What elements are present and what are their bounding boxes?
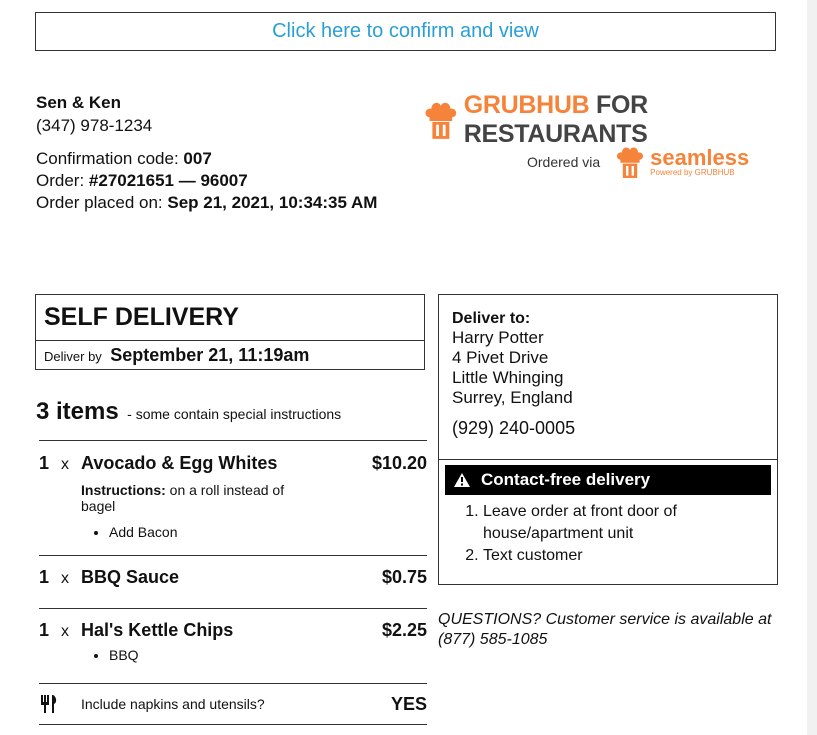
utensils-value: YES [390, 693, 427, 714]
order-item: 1 x Hal's Kettle Chips $2.25 BBQ [39, 608, 427, 683]
item-modifiers: Add Bacon [109, 524, 427, 540]
grubhub-chef-hat-icon [425, 102, 457, 139]
divider [439, 459, 777, 460]
item-name: Hal's Kettle Chips [81, 620, 234, 640]
item-times: x [61, 570, 69, 587]
seamless-logo: seamless Powered by GRUBHUB [614, 145, 749, 179]
customer-name: Harry Potter [452, 328, 544, 347]
confirmation-code-line: Confirmation code: 007 [36, 148, 396, 170]
order-item: 1 x BBQ Sauce $0.75 [39, 555, 427, 608]
items-count: 3 items [36, 398, 119, 425]
customer-phone: (929) 240-0005 [452, 418, 576, 438]
customer-service-note: QUESTIONS? Customer service is available… [438, 611, 772, 648]
delivery-type: SELF DELIVERY [36, 295, 424, 341]
item-times: x [61, 456, 69, 473]
contact-free-steps: Leave order at front door of house/apart… [463, 501, 753, 567]
order-info: Confirmation code: 007 Order: #27021651 … [36, 148, 396, 214]
item-qty: 1 [39, 453, 50, 473]
item-instructions: Instructions: on a roll instead of bagel [81, 482, 316, 514]
customer-address-line1: 4 Pivet Drive [452, 348, 549, 367]
order-number: #27021651 — 96007 [88, 171, 248, 190]
ordered-via: Ordered via seamless Powered by GRUBHUB [527, 145, 749, 179]
deliver-to-box: Deliver to: Harry Potter 4 Pivet Drive L… [438, 294, 778, 585]
seamless-word: seamless [650, 145, 750, 170]
instructions-label: Instructions: [81, 482, 166, 498]
powered-by-grubhub: Powered by GRUBHUB [650, 168, 735, 177]
order-placed-value: Sep 21, 2021, 10:34:35 AM [167, 193, 378, 212]
ordered-via-label: Ordered via [527, 154, 601, 170]
item-name: BBQ Sauce [81, 567, 180, 587]
delivery-type-box: SELF DELIVERY Deliver by September 21, 1… [35, 294, 425, 370]
item-name: Avocado & Egg Whites [81, 453, 278, 473]
item-times: x [61, 623, 69, 640]
item-price: $0.75 [381, 567, 427, 587]
order-placed-line: Order placed on: Sep 21, 2021, 10:34:35 … [36, 192, 396, 214]
contact-free-step: Leave order at front door of house/apart… [483, 501, 753, 545]
item-qty: 1 [39, 567, 50, 587]
item-price: $10.20 [371, 453, 427, 473]
deliver-to-label: Deliver to: [452, 310, 531, 327]
order-number-line: Order: #27021651 — 96007 [36, 170, 396, 192]
deliver-by: Deliver by September 21, 11:19am [36, 341, 424, 371]
order-label: Order: [36, 171, 89, 190]
modifier: Add Bacon [109, 524, 427, 540]
utensils-row: Include napkins and utensils? YES [39, 683, 427, 725]
warning-icon [454, 473, 470, 487]
restaurant-name: Sen & Ken [36, 93, 122, 112]
customer-address-line2: Little Whinging [452, 368, 564, 387]
utensils-label: Include napkins and utensils? [81, 696, 265, 712]
utensils-icon [41, 695, 57, 713]
modifier: BBQ [109, 647, 427, 663]
deliver-by-label: Deliver by [44, 349, 102, 364]
deliver-by-value: September 21, 11:19am [110, 345, 310, 365]
contact-free-title: Contact-free delivery [481, 470, 651, 489]
order-item: 1 x Avocado & Egg Whites $10.20 Instruct… [39, 440, 427, 555]
confirmation-label: Confirmation code: [36, 149, 184, 168]
item-qty: 1 [39, 620, 50, 640]
item-modifiers: BBQ [109, 647, 427, 663]
item-price: $2.25 [381, 620, 427, 640]
grubhub-word: GRUBHUB [463, 91, 590, 119]
grubhub-for-restaurants-logo: GRUBHUB FOR RESTAURANTS [422, 91, 817, 149]
seamless-chef-hat-icon [617, 147, 644, 178]
items-note: - some contain special instructions [127, 406, 342, 422]
confirm-and-view-link[interactable]: Click here to confirm and view [35, 12, 776, 51]
customer-address-line3: Surrey, England [452, 388, 573, 407]
items-summary: 3 items - some contain special instructi… [36, 398, 341, 426]
confirmation-code: 007 [183, 149, 212, 168]
order-placed-label: Order placed on: [36, 193, 168, 212]
contact-free-step: Text customer [483, 545, 753, 567]
restaurant-info: Sen & Ken (347) 978-1234 [36, 91, 396, 137]
restaurant-phone: (347) 978-1234 [36, 116, 153, 135]
contact-free-banner: Contact-free delivery [445, 465, 771, 495]
confirm-label[interactable]: Click here to confirm and view [272, 20, 539, 43]
